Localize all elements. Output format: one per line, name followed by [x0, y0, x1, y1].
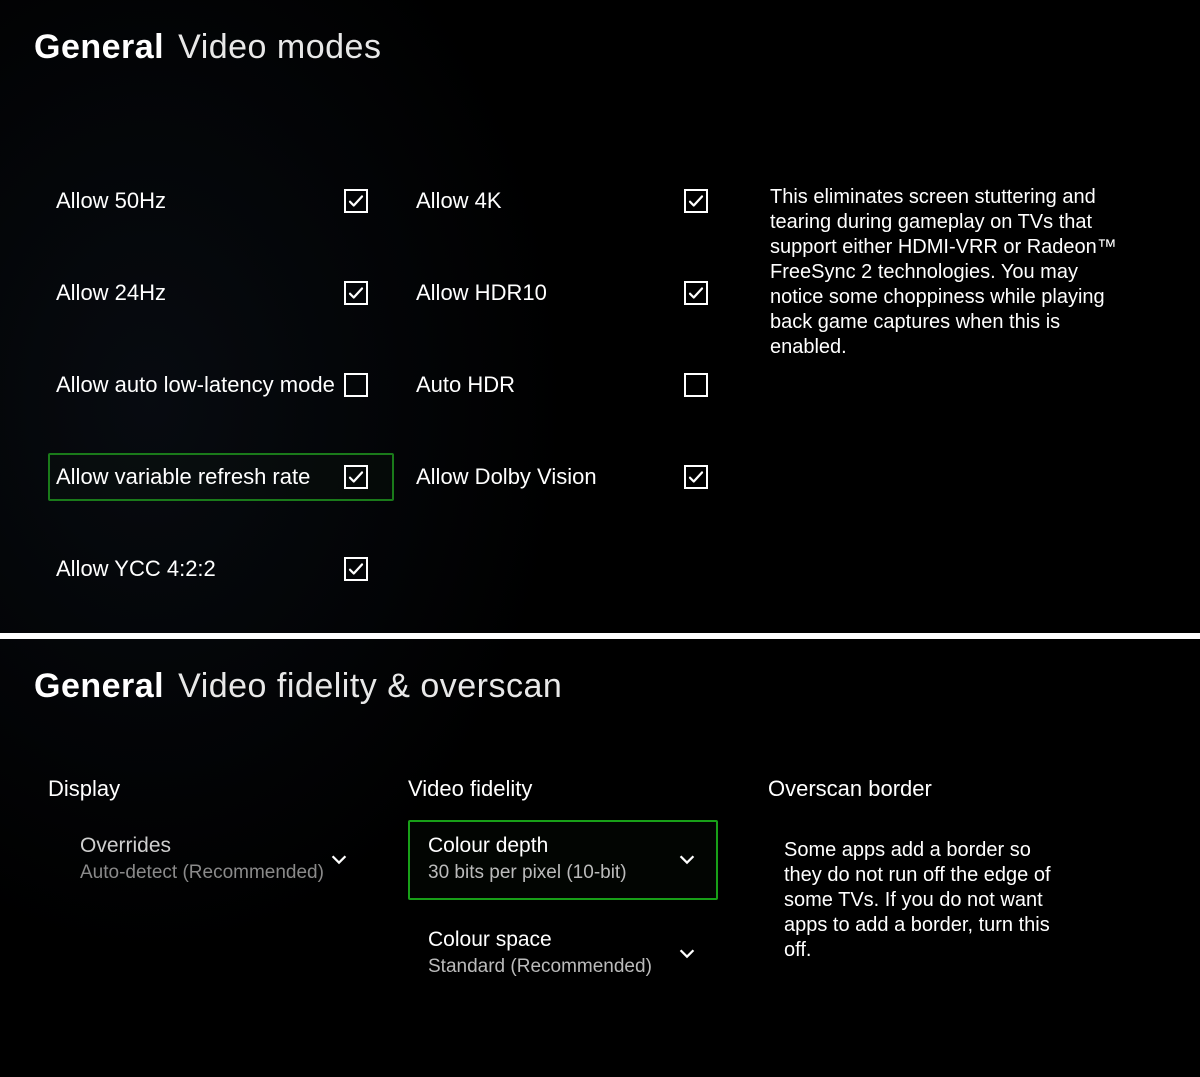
options-column-1: Allow 50Hz Allow 24Hz Allow auto low-laten… [34, 177, 394, 593]
colour-space-value: Standard (Recommended) [428, 956, 652, 978]
checkbox-allow-auto-low-latency-mode[interactable]: Allow auto low-latency mode [48, 361, 394, 409]
overscan-section: Overscan border Some apps add a border s… [768, 776, 1166, 963]
title-bold: General [34, 28, 164, 67]
checkbox-label: Allow auto low-latency mode [56, 372, 335, 398]
overscan-text: Some apps add a border so they do not ru… [768, 838, 1068, 963]
checkbox-auto-hdr[interactable]: Auto HDR [408, 361, 734, 409]
colour-space-dropdown[interactable]: Colour space Standard (Recommended) [408, 914, 718, 994]
display-heading: Display [48, 776, 408, 802]
checkbox-allow-hdr10[interactable]: Allow HDR10 [408, 269, 734, 317]
checkbox-label: Allow variable refresh rate [56, 464, 310, 490]
page-title: General Video modes [34, 28, 1166, 67]
overrides-dropdown[interactable]: Overrides Auto-detect (Recommended) [60, 820, 370, 900]
checkbox-checked-icon [344, 281, 368, 305]
options-column-2: Allow 4K Allow HDR10 Auto HDR Allow Dolby V… [394, 177, 734, 501]
help-text: This eliminates screen stuttering and te… [770, 185, 1130, 360]
checkbox-label: Allow 4K [416, 188, 502, 214]
title-bold: General [34, 667, 164, 706]
checkbox-checked-icon [684, 465, 708, 489]
chevron-down-icon [676, 848, 698, 870]
checkbox-allow-dolby-vision[interactable]: Allow Dolby Vision [408, 453, 734, 501]
video-modes-panel: General Video modes Allow 50Hz Allow 24Hz… [0, 0, 1200, 633]
checkbox-unchecked-icon [344, 373, 368, 397]
checkbox-label: Allow 50Hz [56, 188, 166, 214]
checkbox-label: Allow 24Hz [56, 280, 166, 306]
checkbox-checked-icon [344, 189, 368, 213]
checkbox-allow-4k[interactable]: Allow 4K [408, 177, 734, 225]
checkbox-label: Allow YCC 4:2:2 [56, 556, 216, 582]
video-fidelity-section: Video fidelity Colour depth 30 bits per … [408, 776, 768, 1008]
title-light: Video modes [178, 28, 381, 67]
overscan-heading: Overscan border [768, 776, 1166, 802]
checkbox-label: Allow HDR10 [416, 280, 547, 306]
checkbox-checked-icon [344, 465, 368, 489]
title-light: Video fidelity & overscan [178, 667, 562, 706]
chevron-down-icon [676, 942, 698, 964]
checkbox-label: Allow Dolby Vision [416, 464, 597, 490]
checkbox-allow-50hz[interactable]: Allow 50Hz [48, 177, 394, 225]
checkbox-checked-icon [344, 557, 368, 581]
overrides-label: Overrides [80, 834, 324, 858]
colour-depth-label: Colour depth [428, 834, 627, 858]
checkbox-allow-variable-refresh-rate[interactable]: Allow variable refresh rate [48, 453, 394, 501]
video-fidelity-heading: Video fidelity [408, 776, 768, 802]
help-column: This eliminates screen stuttering and te… [734, 177, 1166, 360]
display-section: Display Overrides Auto-detect (Recommend… [48, 776, 408, 914]
checkbox-allow-ycc-4-2-2[interactable]: Allow YCC 4:2:2 [48, 545, 394, 593]
chevron-down-icon [328, 848, 350, 870]
video-fidelity-panel: General Video fidelity & overscan Displa… [0, 639, 1200, 1048]
colour-depth-dropdown[interactable]: Colour depth 30 bits per pixel (10-bit) [408, 820, 718, 900]
checkbox-unchecked-icon [684, 373, 708, 397]
checkbox-checked-icon [684, 281, 708, 305]
colour-depth-value: 30 bits per pixel (10-bit) [428, 862, 627, 884]
page-title: General Video fidelity & overscan [34, 667, 1166, 706]
colour-space-label: Colour space [428, 928, 652, 952]
checkbox-label: Auto HDR [416, 372, 515, 398]
checkbox-checked-icon [684, 189, 708, 213]
checkbox-allow-24hz[interactable]: Allow 24Hz [48, 269, 394, 317]
overrides-value: Auto-detect (Recommended) [80, 862, 324, 884]
